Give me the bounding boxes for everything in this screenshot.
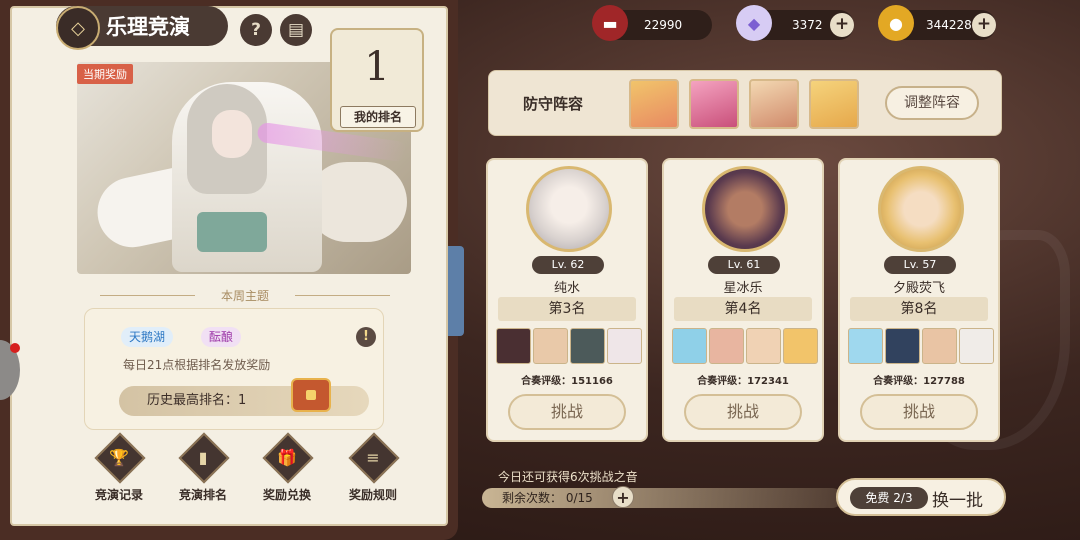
reward-rules-button[interactable]: ≡ 奖励规则 bbox=[334, 432, 412, 502]
banner-art bbox=[197, 212, 267, 252]
free-count: 2/3 bbox=[893, 491, 913, 505]
reward-exchange-button[interactable]: 🎁 奖励兑换 bbox=[248, 432, 326, 502]
score-label: 合奏评级：172341 bbox=[697, 376, 789, 387]
add-coin-button[interactable]: + bbox=[972, 13, 996, 37]
defense-portrait bbox=[689, 79, 739, 129]
refresh-label: 换一批 bbox=[932, 491, 983, 511]
free-refresh-tag: 免费 2/3 bbox=[850, 487, 928, 509]
rules-icon: ≡ bbox=[366, 448, 380, 467]
help-button[interactable]: ? bbox=[240, 14, 272, 46]
opponent-rank: 第4名 bbox=[674, 297, 812, 321]
battle-record-button[interactable]: 🏆 竞演记录 bbox=[80, 432, 158, 502]
notebook-button[interactable]: ▤ bbox=[280, 14, 312, 46]
remaining-bar: 剩余次数： 0/15 bbox=[482, 488, 842, 508]
resource-value: 22990 bbox=[644, 18, 683, 32]
section-title: 本周主题 bbox=[100, 287, 390, 304]
free-label: 免费 bbox=[865, 491, 890, 505]
theme-card: 天鹅湖 酝酿 ! 每日21点根据排名发放奖励 历史最高排名：1 bbox=[84, 308, 384, 430]
team-member bbox=[672, 328, 707, 364]
opponent-card: Lv. 61 星冰乐 第4名 合奏评级：172341 挑战 bbox=[662, 158, 824, 442]
banner-art bbox=[212, 110, 252, 158]
team-member bbox=[746, 328, 781, 364]
coin-icon: ● bbox=[878, 5, 914, 41]
opponent-rank: 第8名 bbox=[850, 297, 988, 321]
defense-lineup: 防守阵容 调整阵容 bbox=[488, 70, 1002, 136]
theme-tag: 酝酿 bbox=[201, 327, 242, 347]
opponent-card: Lv. 62 纯水 第3名 合奏评级：151166 挑战 bbox=[486, 158, 648, 442]
button-label: 竞演排名 bbox=[178, 488, 227, 502]
button-label: 奖励兑换 bbox=[262, 488, 311, 502]
button-label: 奖励规则 bbox=[348, 488, 397, 502]
team-member bbox=[848, 328, 883, 364]
my-rank-box: 1 我的排名 bbox=[330, 28, 424, 132]
remaining-label: 剩余次数： bbox=[502, 491, 563, 505]
opponent-avatar bbox=[702, 166, 788, 252]
team-member bbox=[959, 328, 994, 364]
treasure-chest-icon[interactable] bbox=[291, 378, 331, 412]
opponent-card: Lv. 57 夕殿荧飞 第8名 合奏评级：127788 挑战 bbox=[838, 158, 1000, 442]
add-gem-button[interactable]: + bbox=[830, 13, 854, 37]
defense-portrait bbox=[809, 79, 859, 129]
add-attempts-button[interactable]: + bbox=[612, 486, 634, 508]
opponent-name: 夕殿荧飞 bbox=[892, 281, 945, 296]
opponent-name: 星冰乐 bbox=[723, 281, 763, 296]
opponent-rank: 第3名 bbox=[498, 297, 636, 321]
refresh-opponents-button[interactable]: 免费 2/3 换一批 bbox=[836, 478, 1006, 516]
defense-portrait bbox=[749, 79, 799, 129]
opponent-name: 纯水 bbox=[553, 281, 580, 296]
level-tag: Lv. 62 bbox=[532, 256, 604, 274]
info-icon[interactable]: ! bbox=[356, 327, 376, 347]
level-tag: Lv. 61 bbox=[708, 256, 780, 274]
team-member bbox=[709, 328, 744, 364]
team-member bbox=[570, 328, 605, 364]
button-label: 竞演记录 bbox=[94, 488, 143, 502]
team-member bbox=[533, 328, 568, 364]
ranking-button[interactable]: ▮ 竞演排名 bbox=[164, 432, 242, 502]
resource-value: 3372 bbox=[792, 18, 823, 32]
score-label: 合奏评级：151166 bbox=[521, 376, 613, 387]
opponent-avatar bbox=[526, 166, 612, 252]
challenge-button[interactable]: 挑战 bbox=[860, 394, 978, 430]
opponent-avatar bbox=[878, 166, 964, 252]
notification-dot bbox=[10, 343, 20, 353]
score-label: 合奏评级：127788 bbox=[873, 376, 965, 387]
bar-chart-icon: ▮ bbox=[198, 448, 208, 467]
trophy-icon: 🏆 bbox=[109, 448, 129, 467]
current-reward-tag: 当期奖励 bbox=[77, 64, 133, 84]
remaining-value: 0/15 bbox=[565, 491, 593, 505]
remaining-info: 今日还可获得6次挑战之音 bbox=[498, 470, 638, 484]
book-icon: ▬ bbox=[592, 5, 628, 41]
rank-number: 1 bbox=[364, 44, 390, 90]
notebook-icon: ▤ bbox=[287, 20, 305, 40]
team-member bbox=[922, 328, 957, 364]
defense-label: 防守阵容 bbox=[523, 95, 584, 113]
opponent-team bbox=[496, 328, 642, 364]
level-tag: Lv. 57 bbox=[884, 256, 956, 274]
best-rank-bar: 历史最高排名：1 bbox=[119, 386, 369, 416]
team-member bbox=[885, 328, 920, 364]
adjust-lineup-button[interactable]: 调整阵容 bbox=[885, 86, 979, 120]
banner-art bbox=[307, 162, 407, 242]
challenge-button[interactable]: 挑战 bbox=[684, 394, 802, 430]
gem-icon: ◆ bbox=[736, 5, 772, 41]
reward-description: 每日21点根据排名发放奖励 bbox=[123, 358, 271, 372]
team-member bbox=[607, 328, 642, 364]
bookmark-ribbon bbox=[448, 246, 464, 336]
team-member bbox=[783, 328, 818, 364]
team-member bbox=[496, 328, 531, 364]
opponent-team bbox=[848, 328, 994, 364]
back-icon[interactable]: ◇ bbox=[56, 6, 100, 50]
challenge-button[interactable]: 挑战 bbox=[508, 394, 626, 430]
theme-tag: 天鹅湖 bbox=[121, 327, 174, 347]
defense-portrait bbox=[629, 79, 679, 129]
rank-label: 我的排名 bbox=[340, 106, 416, 128]
opponent-team bbox=[672, 328, 818, 364]
gift-icon: 🎁 bbox=[277, 448, 297, 467]
